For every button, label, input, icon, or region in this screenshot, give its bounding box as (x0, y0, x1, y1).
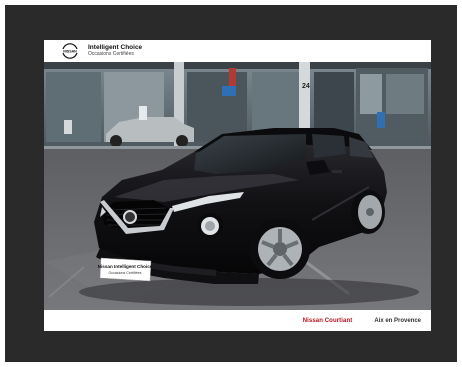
car-photo-scene: 24 Nissan Intelligent Choice Occasions C… (44, 62, 431, 310)
logo-text: NISSAN (63, 49, 77, 53)
photo-footer-banner: Nissan Courtiant Aix en Provence (44, 310, 431, 331)
photo-header-banner: NISSAN Intelligent Choice Occasions Cert… (44, 40, 431, 62)
dealer-license-plate: Nissan Intelligent Choice Occasions Cert… (98, 257, 153, 282)
plate-line2: Occasions Certifiées (109, 271, 142, 275)
header-subtitle: Occasions Certifiées (88, 50, 134, 57)
dealer-location: Aix en Provence (374, 317, 421, 324)
car-listing-photo[interactable]: NISSAN Intelligent Choice Occasions Cert… (44, 40, 431, 331)
nissan-logo-icon: NISSAN (59, 42, 81, 60)
plate-line1: Nissan Intelligent Choice (98, 264, 153, 269)
building-number: 24 (302, 83, 310, 90)
dealer-name: Nissan Courtiant (302, 317, 353, 324)
